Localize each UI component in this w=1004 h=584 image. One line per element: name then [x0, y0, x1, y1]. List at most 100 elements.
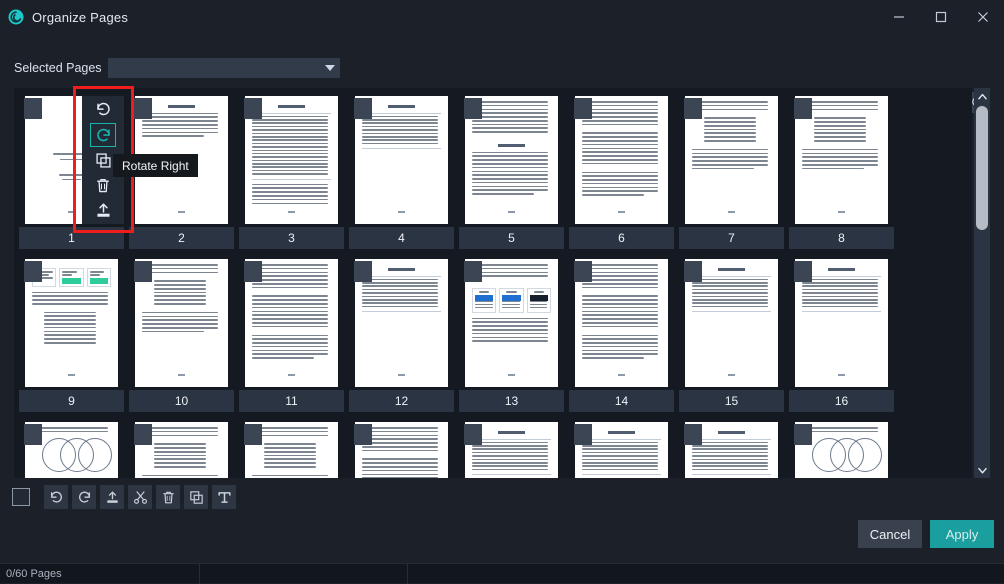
page-checkbox[interactable] [244, 98, 262, 119]
page-thumbnail-8[interactable]: 8 [789, 95, 894, 249]
page-thumbnail-12[interactable]: 12 [349, 258, 454, 412]
thumbnail-image[interactable] [569, 258, 674, 388]
thumbnail-image[interactable] [239, 258, 344, 388]
page-checkbox[interactable] [464, 98, 482, 119]
thumbnail-image[interactable] [19, 421, 124, 478]
page-checkbox[interactable] [134, 424, 152, 445]
page-checkbox[interactable] [244, 261, 262, 282]
thumbnail-image[interactable] [239, 95, 344, 225]
vertical-scrollbar[interactable] [974, 88, 990, 478]
thumbnail-image[interactable] [789, 421, 894, 478]
thumbnail-image[interactable] [789, 258, 894, 388]
page-checkbox[interactable] [574, 98, 592, 119]
thumbnail-image[interactable] [679, 95, 784, 225]
page-checkbox[interactable] [574, 424, 592, 445]
page-checkbox[interactable] [244, 424, 262, 445]
page-checkbox[interactable] [354, 261, 372, 282]
page-thumbnail-22[interactable]: 22 [569, 421, 674, 478]
thumbnail-image[interactable] [349, 421, 454, 478]
page-checkbox[interactable] [464, 424, 482, 445]
page-thumbnail-16[interactable]: 16 [789, 258, 894, 412]
thumbnail-image[interactable] [459, 258, 564, 388]
page-thumbnail-6[interactable]: 6 [569, 95, 674, 249]
selected-pages-dropdown[interactable] [108, 58, 340, 78]
extract-button[interactable] [100, 485, 124, 509]
page-thumbnail-17[interactable]: 17 [19, 421, 124, 478]
page-number-label: 8 [789, 227, 894, 249]
page-number-label: 14 [569, 390, 674, 412]
thumbnail-image[interactable] [349, 95, 454, 225]
rotate-right-icon[interactable] [90, 123, 116, 148]
page-thumbnail-3[interactable]: 3 [239, 95, 344, 249]
rotate-right-button[interactable] [72, 485, 96, 509]
thumbnail-image[interactable] [129, 258, 234, 388]
page-thumbnail-15[interactable]: 15 [679, 258, 784, 412]
page-checkbox[interactable] [574, 261, 592, 282]
status-bar: 0/60 Pages [0, 563, 1004, 584]
page-checkbox[interactable] [134, 261, 152, 282]
page-thumbnail-24[interactable]: 24 [789, 421, 894, 478]
page-checkbox[interactable] [684, 424, 702, 445]
rotate-left-button[interactable] [44, 485, 68, 509]
thumbnail-image[interactable] [459, 95, 564, 225]
page-number-label: 12 [349, 390, 454, 412]
page-thumbnail-18[interactable]: 18 [129, 421, 234, 478]
minimize-icon[interactable] [878, 0, 920, 34]
close-icon[interactable] [962, 0, 1004, 34]
text-button[interactable] [212, 485, 236, 509]
thumbnail-image[interactable] [679, 258, 784, 388]
page-thumbnail-13[interactable]: 13 [459, 258, 564, 412]
split-button[interactable] [128, 485, 152, 509]
cancel-button[interactable]: Cancel [858, 520, 922, 548]
page-checkbox[interactable] [464, 261, 482, 282]
apply-button[interactable]: Apply [930, 520, 994, 548]
maximize-icon[interactable] [920, 0, 962, 34]
selected-pages-label: Selected Pages [14, 61, 102, 75]
page-thumbnail-5[interactable]: 5 [459, 95, 564, 249]
scroll-down-arrow-icon[interactable] [974, 462, 990, 478]
scrollbar-thumb[interactable] [976, 106, 988, 230]
page-thumbnail-9[interactable]: 9 [19, 258, 124, 412]
thumbnail-image[interactable] [569, 95, 674, 225]
thumbnail-image[interactable] [459, 421, 564, 478]
page-checkbox[interactable] [684, 261, 702, 282]
thumbnail-image[interactable] [349, 258, 454, 388]
page-thumbnail-10[interactable]: 10 [129, 258, 234, 412]
page-thumbnail-grid[interactable]: 1234567891011121314151617181920212223242… [14, 88, 972, 478]
delete-button[interactable] [156, 485, 180, 509]
thumbnail-image[interactable] [679, 421, 784, 478]
thumbnail-image[interactable] [239, 421, 344, 478]
thumbnail-image[interactable] [129, 421, 234, 478]
page-number-label: 7 [679, 227, 784, 249]
page-number-label: 2 [129, 227, 234, 249]
page-checkbox[interactable] [24, 424, 42, 445]
extract-icon[interactable] [89, 199, 117, 221]
page-checkbox[interactable] [684, 98, 702, 119]
page-checkbox[interactable] [794, 424, 812, 445]
page-thumbnail-4[interactable]: 4 [349, 95, 454, 249]
duplicate-button[interactable] [184, 485, 208, 509]
thumbnail-image[interactable] [19, 258, 124, 388]
page-checkbox[interactable] [134, 98, 152, 119]
page-checkbox[interactable] [794, 261, 812, 282]
page-thumbnail-11[interactable]: 11 [239, 258, 344, 412]
dialog-footer: Cancel Apply [0, 516, 1004, 563]
page-thumbnail-20[interactable]: 20 [349, 421, 454, 478]
page-checkbox[interactable] [24, 98, 42, 119]
page-checkbox[interactable] [24, 261, 42, 282]
select-all-checkbox[interactable] [12, 488, 30, 506]
page-thumbnail-14[interactable]: 14 [569, 258, 674, 412]
rotate-left-icon[interactable] [89, 99, 117, 121]
thumbnail-image[interactable] [789, 95, 894, 225]
page-thumbnail-23[interactable]: 23 [679, 421, 784, 478]
page-thumbnail-21[interactable]: 21 [459, 421, 564, 478]
page-checkbox[interactable] [354, 98, 372, 119]
trash-icon[interactable] [89, 175, 117, 197]
page-thumbnail-19[interactable]: 19 [239, 421, 344, 478]
page-number-label: 10 [129, 390, 234, 412]
scroll-up-arrow-icon[interactable] [974, 88, 990, 104]
page-thumbnail-7[interactable]: 7 [679, 95, 784, 249]
page-checkbox[interactable] [354, 424, 372, 445]
thumbnail-image[interactable] [569, 421, 674, 478]
page-checkbox[interactable] [794, 98, 812, 119]
